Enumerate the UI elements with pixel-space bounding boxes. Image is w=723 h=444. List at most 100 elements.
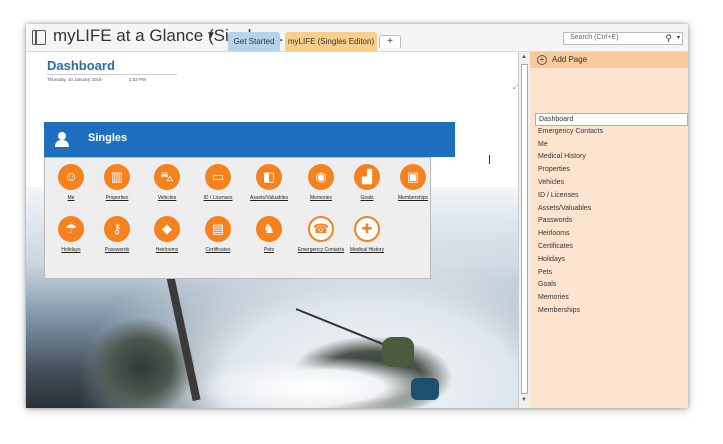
tile-memories[interactable]: ◉ Memories [296, 164, 346, 201]
page-title[interactable]: Dashboard [47, 58, 115, 73]
person-icon [55, 132, 69, 147]
skier-pants [411, 378, 439, 400]
tile-label[interactable]: Me [46, 195, 96, 201]
chevron-down-icon[interactable]: ▾ [677, 34, 680, 41]
title-underline [47, 74, 177, 75]
tile-label[interactable]: Properties [92, 195, 142, 201]
tile-heirlooms[interactable]: ◆ Heirlooms [142, 216, 192, 253]
building-icon[interactable]: ▥ [104, 164, 130, 190]
car-icon[interactable]: ⛍ [154, 164, 180, 190]
tile-id-licenses[interactable]: ▭ ID / Licenses [193, 164, 243, 201]
dog-icon[interactable]: ♞ [256, 216, 282, 242]
tile-label[interactable]: Memberships [388, 195, 438, 201]
tile-memberships[interactable]: ▣ Memberships [388, 164, 438, 201]
page-item-medical-history[interactable]: Medical History [535, 151, 688, 164]
scroll-up-icon[interactable]: ▲ [521, 54, 527, 60]
page-item-memories[interactable]: Memories [535, 292, 688, 305]
icon-glyph: ▟ [362, 169, 372, 184]
page-item-pets[interactable]: Pets [535, 267, 688, 280]
tile-assets-valuables[interactable]: ◧ Assets/Valuables [244, 164, 294, 201]
page-list: Dashboard Emergency Contacts Me Medical His… [535, 113, 688, 318]
add-section-button[interactable]: + [379, 35, 401, 48]
tile-label[interactable]: Goals [342, 195, 392, 201]
page-item-memberships[interactable]: Memberships [535, 305, 688, 318]
icon-glyph: ☂ [65, 221, 77, 236]
people-icon[interactable]: ☺ [58, 164, 84, 190]
icon-glyph: ☺ [64, 169, 78, 184]
page-time: 1:52 PM [129, 77, 146, 82]
tile-label[interactable]: Vehicles [142, 195, 192, 201]
tab-mylife[interactable]: myLIFE (Singles Editon) [285, 32, 377, 51]
icon-glyph: ◆ [162, 221, 172, 236]
page-item-vehicles[interactable]: Vehicles [535, 177, 688, 190]
tile-emergency-contacts[interactable]: ☎ Emergency Contacts [296, 216, 346, 253]
tile-label[interactable]: Passwords [92, 247, 142, 253]
photo-icon[interactable]: ◉ [308, 164, 334, 190]
tile-label[interactable]: Pets [244, 247, 294, 253]
add-page-button[interactable]: + Add Page [530, 52, 688, 68]
singles-title: Singles [88, 132, 128, 144]
search-icon[interactable]: ⚲ [665, 33, 672, 44]
wallet-icon[interactable]: ◧ [256, 164, 282, 190]
page-item-goals[interactable]: Goals [535, 279, 688, 292]
search-placeholder: Search (Ctrl+E) [570, 34, 619, 41]
tile-goals[interactable]: ▟ Goals [342, 164, 392, 201]
tile-properties[interactable]: ▥ Properties [92, 164, 142, 201]
page-item-passwords[interactable]: Passwords [535, 215, 688, 228]
page-item-assets-valuables[interactable]: Assets/Valuables [535, 203, 688, 216]
certificate-icon[interactable]: ▤ [205, 216, 231, 242]
page-item-emergency-contacts[interactable]: Emergency Contacts [535, 126, 688, 139]
page-canvas[interactable]: Dashboard Thursday, 10 January 2019 1:52… [26, 52, 518, 408]
vertical-scrollbar[interactable]: ▲ ▼ [518, 52, 530, 408]
icon-glyph: ✚ [361, 221, 373, 236]
page-list-pane: + Add Page Dashboard Emergency Contacts Me… [530, 52, 688, 408]
tile-certificates[interactable]: ▤ Certificates [193, 216, 243, 253]
scroll-thumb[interactable] [521, 64, 528, 394]
notebook-icon[interactable] [32, 30, 46, 45]
tile-me[interactable]: ☺ Me [46, 164, 96, 201]
page-date: Thursday, 10 January 2019 [47, 77, 102, 82]
tile-medical-history[interactable]: ✚ Medical History [342, 216, 392, 253]
page-item-holidays[interactable]: Holidays [535, 254, 688, 267]
membership-icon[interactable]: ▣ [400, 164, 426, 190]
medical-kit-icon[interactable]: ✚ [354, 216, 380, 242]
icon-glyph: ▣ [406, 169, 420, 184]
tile-holidays[interactable]: ☂ Holidays [46, 216, 96, 253]
tile-label[interactable]: Medical History [342, 247, 392, 253]
icon-glyph: ⚷ [112, 221, 122, 236]
search-input[interactable]: Search (Ctrl+E) ⚲ ▾ [563, 32, 683, 45]
title-bar: myLIFE at a Glance (Singles ... ▼ Get St… [26, 24, 688, 52]
skier-helmet [418, 320, 432, 334]
add-page-label: Add Page [552, 55, 588, 64]
page-item-certificates[interactable]: Certificates [535, 241, 688, 254]
scroll-down-icon[interactable]: ▼ [521, 397, 527, 403]
tile-label[interactable]: ID / Licenses [193, 195, 243, 201]
beach-icon[interactable]: ☂ [58, 216, 84, 242]
singles-header: Singles [44, 122, 455, 157]
key-icon[interactable]: ⚷ [104, 216, 130, 242]
onenote-window: myLIFE at a Glance (Singles ... ▼ Get St… [26, 24, 688, 408]
page-item-me[interactable]: Me [535, 139, 688, 152]
tile-label[interactable]: Assets/Valuables [244, 195, 294, 201]
icon-glyph: ◧ [262, 169, 276, 184]
tile-pets[interactable]: ♞ Pets [244, 216, 294, 253]
tab-get-started[interactable]: Get Started [228, 32, 280, 51]
tile-passwords[interactable]: ⚷ Passwords [92, 216, 142, 253]
page-item-properties[interactable]: Properties [535, 164, 688, 177]
page-item-id-licenses[interactable]: ID / Licenses [535, 190, 688, 203]
tile-label[interactable]: Heirlooms [142, 247, 192, 253]
page-item-heirlooms[interactable]: Heirlooms [535, 228, 688, 241]
phone-icon[interactable]: ☎ [308, 216, 334, 242]
tile-vehicles[interactable]: ⛍ Vehicles [142, 164, 192, 201]
icon-glyph: ☎ [312, 221, 330, 236]
tile-label[interactable]: Emergency Contacts [296, 247, 346, 253]
tile-label[interactable]: Holidays [46, 247, 96, 253]
icon-glyph: ◉ [315, 169, 327, 184]
podium-icon[interactable]: ▟ [354, 164, 380, 190]
page-item-dashboard[interactable]: Dashboard [535, 113, 688, 126]
id-card-icon[interactable]: ▭ [205, 164, 231, 190]
chevron-down-icon[interactable]: ▼ [206, 30, 216, 41]
tile-label[interactable]: Memories [296, 195, 346, 201]
diamond-icon[interactable]: ◆ [154, 216, 180, 242]
tile-label[interactable]: Certificates [193, 247, 243, 253]
